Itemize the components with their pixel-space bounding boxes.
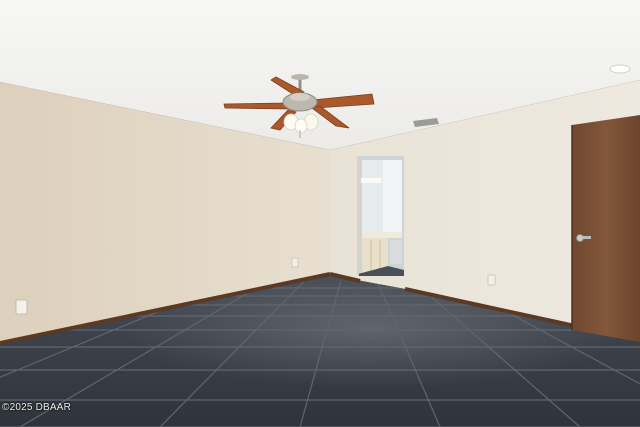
wall-outlet-mid	[291, 257, 299, 268]
bathroom-doorway	[357, 156, 404, 276]
interior-door[interactable]	[571, 115, 640, 342]
wall-outlet-right	[487, 274, 496, 286]
smoke-detector	[609, 64, 631, 74]
wall-outlet-left	[15, 299, 28, 315]
copyright-watermark: ©2025 DBAAR	[2, 402, 72, 413]
room-illustration	[0, 0, 640, 427]
fan-blade-left	[223, 102, 291, 110]
vanity-light	[361, 178, 381, 183]
empty-room-photo: ©2025 DBAAR	[0, 0, 640, 427]
